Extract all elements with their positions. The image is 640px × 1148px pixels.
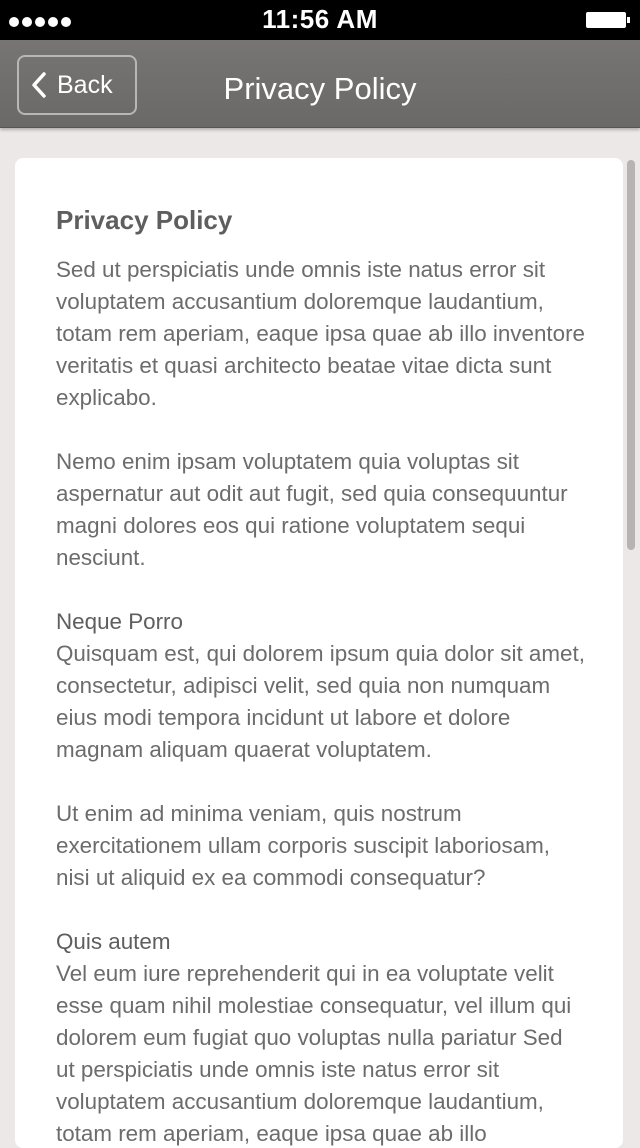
paragraph: Ut enim ad minima veniam, quis nostrum e…	[56, 801, 551, 890]
status-bar: 11:56 AM	[0, 0, 640, 40]
section-neque-porro: Neque Porro Quisquam est, qui dolorem ip…	[56, 606, 586, 766]
paragraph: Nemo enim ipsam voluptatem quia voluptas…	[56, 449, 568, 570]
section-heading: Neque Porro	[56, 609, 183, 634]
section-heading: Quis autem	[56, 929, 171, 954]
paragraph: Sed ut perspiciatis unde omnis iste natu…	[56, 257, 585, 410]
section-body: Vel eum iure reprehenderit qui in ea vol…	[56, 961, 572, 1146]
status-time: 11:56 AM	[262, 4, 378, 34]
policy-text: Privacy Policy Sed ut perspiciatis unde …	[56, 202, 586, 1148]
document-heading: Privacy Policy	[56, 205, 233, 235]
battery-icon	[586, 12, 630, 28]
navigation-bar: Back Privacy Policy	[0, 40, 640, 128]
section-quis-autem: Quis autem Vel eum iure reprehenderit qu…	[56, 926, 586, 1148]
page-title: Privacy Policy	[223, 71, 417, 106]
section-body: Quisquam est, qui dolorem ipsum quia dol…	[56, 641, 585, 762]
policy-content-card[interactable]: Privacy Policy Sed ut perspiciatis unde …	[15, 158, 623, 1148]
scrollbar[interactable]	[627, 160, 635, 550]
